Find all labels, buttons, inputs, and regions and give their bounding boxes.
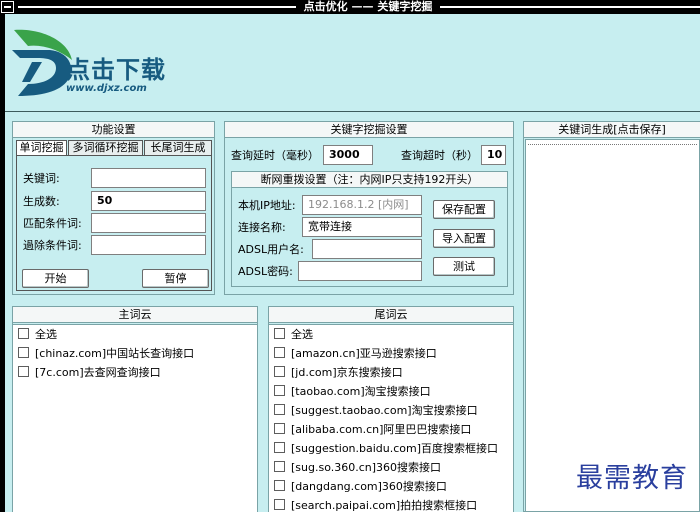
checkbox[interactable] — [274, 423, 285, 434]
query-timeout-input[interactable]: 10 — [481, 145, 506, 165]
system-menu-icon[interactable] — [1, 1, 14, 13]
count-label: 生成数: — [23, 195, 60, 208]
output-focus-line — [528, 144, 697, 145]
adsl-user-label: ADSL用户名: — [238, 243, 304, 256]
count-input[interactable]: 50 — [91, 191, 206, 211]
titlebar-rule-left — [18, 6, 296, 8]
checkbox[interactable] — [274, 480, 285, 491]
checkbox[interactable] — [274, 442, 285, 453]
checkbox[interactable] — [18, 366, 29, 377]
keyword-output-panel: 关键词生成[点击保存] — [523, 121, 700, 512]
redial-group-title: 断网重拨设置（注：内网IP只支持192开头） — [232, 172, 507, 188]
list-item[interactable]: [suggestion.baidu.com]百度搜索框接口 — [274, 441, 498, 457]
start-button[interactable]: 开始 — [22, 269, 89, 288]
list-item[interactable]: [sug.so.360.cn]360搜索接口 — [274, 460, 441, 476]
list-item[interactable]: [search.paipai.com]拍拍搜索框接口 — [274, 498, 477, 512]
list-item[interactable]: [suggest.taobao.com]淘宝搜索接口 — [274, 403, 478, 419]
import-config-button[interactable]: 导入配置 — [433, 229, 495, 248]
list-item[interactable]: [jd.com]京东搜索接口 — [274, 365, 403, 381]
list-item[interactable]: [dangdang.com]360搜索接口 — [274, 479, 447, 495]
titlebar-rule-right — [440, 6, 700, 8]
mining-settings-title: 关键字挖掘设置 — [225, 122, 513, 138]
checkbox[interactable] — [274, 499, 285, 510]
window-titlebar[interactable]: 点击优化 —— 关键字挖掘 — [0, 0, 700, 14]
main-cloud-title: 主词云 — [13, 307, 257, 323]
tail-cloud-title: 尾词云 — [269, 307, 513, 323]
connection-name-label: 连接名称: — [238, 221, 286, 234]
pause-button[interactable]: 暂停 — [142, 269, 209, 288]
logo-url: www.djxz.com — [66, 83, 147, 94]
function-settings-title: 功能设置 — [13, 122, 214, 138]
query-delay-label: 查询延时（毫秒） — [231, 149, 319, 162]
checkbox[interactable] — [274, 347, 285, 358]
exclude-input[interactable] — [91, 235, 206, 255]
keyword-label: 关键词: — [23, 172, 60, 185]
keyword-input[interactable] — [91, 168, 206, 188]
watermark: 最需教育 — [576, 463, 688, 494]
checkbox[interactable] — [274, 328, 285, 339]
tab-content: 关键词: 生成数: 50 匹配条件词: 過除条件词: 开始 暂停 — [16, 155, 212, 291]
save-config-button[interactable]: 保存配置 — [433, 200, 495, 219]
exclude-label: 過除条件词: — [23, 239, 82, 252]
tail-cloud-panel: 尾词云 全选 [amazon.cn]亚马逊搜索接口 [jd.com]京东搜索接口… — [268, 306, 514, 512]
list-item[interactable]: [alibaba.com.cn]阿里巴巴搜索接口 — [274, 422, 471, 438]
list-item[interactable]: 全选 — [274, 327, 313, 343]
local-ip-input[interactable]: 192.168.1.2 [内网] — [302, 195, 422, 215]
list-item[interactable]: [taobao.com]淘宝搜索接口 — [274, 384, 431, 400]
checkbox[interactable] — [18, 347, 29, 358]
checkbox[interactable] — [274, 461, 285, 472]
keyword-output-title[interactable]: 关键词生成[点击保存] — [524, 122, 700, 138]
main-cloud-panel: 主词云 全选 [chinaz.com]中国站长查询接口 [7c.com]去查网查… — [12, 306, 258, 512]
header-divider — [5, 111, 700, 112]
window-title: 点击优化 —— 关键字挖掘 — [303, 0, 433, 13]
connection-name-input[interactable]: 宽带连接 — [302, 217, 422, 237]
match-label: 匹配条件词: — [23, 217, 82, 230]
query-timeout-label: 查询超时（秒） — [401, 149, 478, 162]
adsl-password-input[interactable] — [298, 261, 422, 281]
list-item[interactable]: [7c.com]去查网查询接口 — [18, 365, 161, 381]
tab-single-word[interactable]: 单词挖掘 — [16, 140, 67, 156]
local-ip-label: 本机IP地址: — [238, 199, 296, 212]
match-input[interactable] — [91, 213, 206, 233]
logo-wordmark: 点击下载 — [66, 56, 166, 84]
redial-group: 断网重拨设置（注：内网IP只支持192开头） 本机IP地址: 192.168.1… — [231, 171, 508, 287]
tab-multi-word-loop[interactable]: 多词循环挖掘 — [68, 140, 143, 156]
checkbox[interactable] — [274, 404, 285, 415]
list-item[interactable]: [chinaz.com]中国站长查询接口 — [18, 346, 194, 362]
list-item[interactable]: 全选 — [18, 327, 57, 343]
mining-settings-panel: 关键字挖掘设置 查询延时（毫秒） 3000 查询超时（秒） 10 断网重拨设置（… — [224, 121, 514, 295]
checkbox[interactable] — [274, 366, 285, 377]
adsl-user-input[interactable] — [312, 239, 422, 259]
window-left-border — [0, 14, 5, 512]
checkbox[interactable] — [18, 328, 29, 339]
adsl-password-label: ADSL密码: — [238, 265, 293, 278]
list-item[interactable]: [amazon.cn]亚马逊搜索接口 — [274, 346, 437, 362]
test-button[interactable]: 测试 — [433, 257, 495, 276]
function-settings-panel: 功能设置 单词挖掘 多词循环挖掘 长尾词生成 关键词: 生成数: 50 匹配条件… — [12, 121, 215, 295]
tab-long-tail[interactable]: 长尾词生成 — [144, 140, 212, 156]
keyword-output-list[interactable] — [525, 139, 700, 512]
query-delay-input[interactable]: 3000 — [323, 145, 373, 165]
checkbox[interactable] — [274, 385, 285, 396]
tail-cloud-list[interactable]: 全选 [amazon.cn]亚马逊搜索接口 [jd.com]京东搜索接口 [ta… — [269, 324, 513, 512]
main-cloud-list[interactable]: 全选 [chinaz.com]中国站长查询接口 [7c.com]去查网查询接口 — [13, 324, 257, 512]
